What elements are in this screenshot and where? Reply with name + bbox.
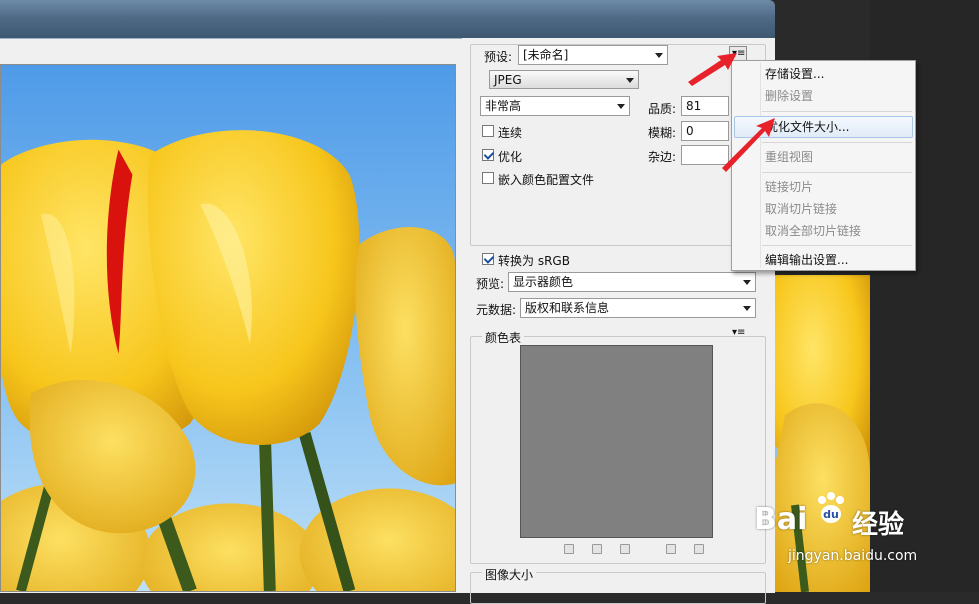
watermark-brand: Bai: [754, 502, 808, 537]
watermark-url: jingyan.baidu.com: [788, 548, 918, 564]
baidu-watermark: Bai du 经验 jingyan.baidu.com: [752, 482, 932, 572]
arrow-to-menu-item: [722, 118, 775, 172]
arrow-to-menu-button: [688, 53, 737, 86]
watermark-brand-suffix: 经验: [852, 510, 905, 540]
paw-logo-icon: du: [814, 490, 848, 528]
svg-text:du: du: [823, 508, 839, 521]
